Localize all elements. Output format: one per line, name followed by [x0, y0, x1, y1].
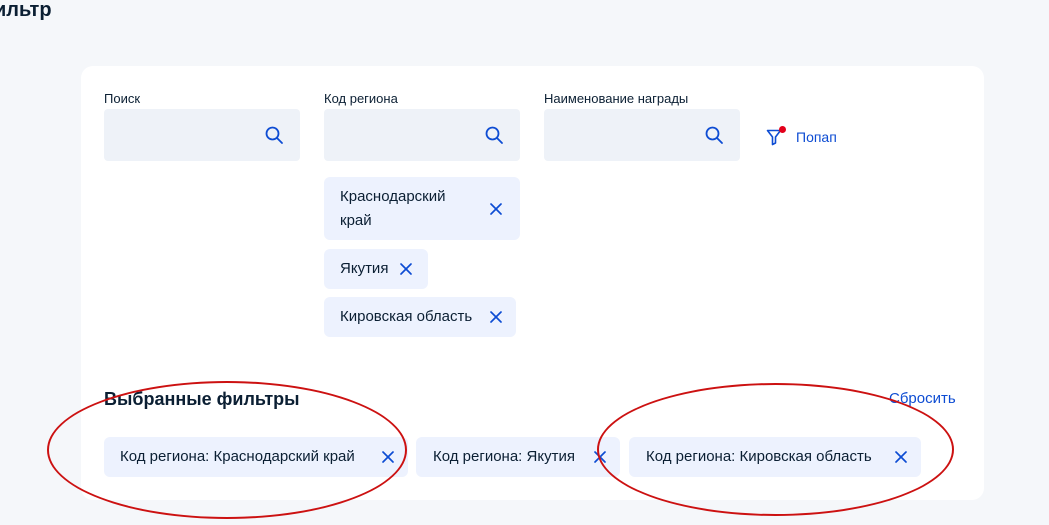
close-icon[interactable]	[380, 449, 396, 465]
search-icon[interactable]	[484, 125, 504, 145]
selected-chip-label: Код региона: Якутия	[433, 448, 575, 465]
region-chip-krasnodar: Краснодарский край	[324, 177, 520, 240]
search-input[interactable]	[104, 109, 300, 161]
popup-button[interactable]: Попап	[766, 126, 837, 148]
award-name-label: Наименование награды	[544, 91, 689, 106]
search-icon[interactable]	[264, 125, 284, 145]
award-name-input[interactable]	[544, 109, 740, 161]
notification-dot	[779, 126, 786, 133]
close-icon[interactable]	[488, 309, 504, 325]
page-title: ильтр	[0, 0, 52, 21]
selected-filters-title: Выбранные фильтры	[104, 389, 300, 409]
region-code-label: Код региона	[324, 91, 398, 106]
region-chip-label: Кировская область	[340, 308, 473, 325]
region-chip-kirov: Кировская область	[324, 297, 516, 337]
search-icon[interactable]	[704, 125, 724, 145]
search-label: Поиск	[104, 91, 141, 106]
close-icon[interactable]	[592, 449, 608, 465]
reset-link[interactable]: Сбросить	[889, 390, 956, 408]
popup-button-label: Попап	[796, 129, 837, 145]
selected-chip-label: Код региона: Кировская область	[646, 448, 872, 465]
region-chip-yakutia: Якутия	[324, 249, 428, 289]
selected-chip-label: Код региона: Краснодарский край	[120, 448, 355, 465]
close-icon[interactable]	[488, 201, 504, 217]
filter-icon	[766, 126, 786, 146]
close-icon[interactable]	[893, 449, 909, 465]
selected-chip: Код региона: Краснодарский край	[104, 437, 408, 477]
region-chip-label: Якутия	[340, 260, 389, 277]
region-chip-label: Краснодарский край	[340, 187, 446, 229]
selected-chip: Код региона: Кировская область	[629, 437, 921, 477]
close-icon[interactable]	[398, 261, 414, 277]
region-code-input[interactable]	[324, 109, 520, 161]
selected-chip: Код региона: Якутия	[416, 437, 620, 477]
